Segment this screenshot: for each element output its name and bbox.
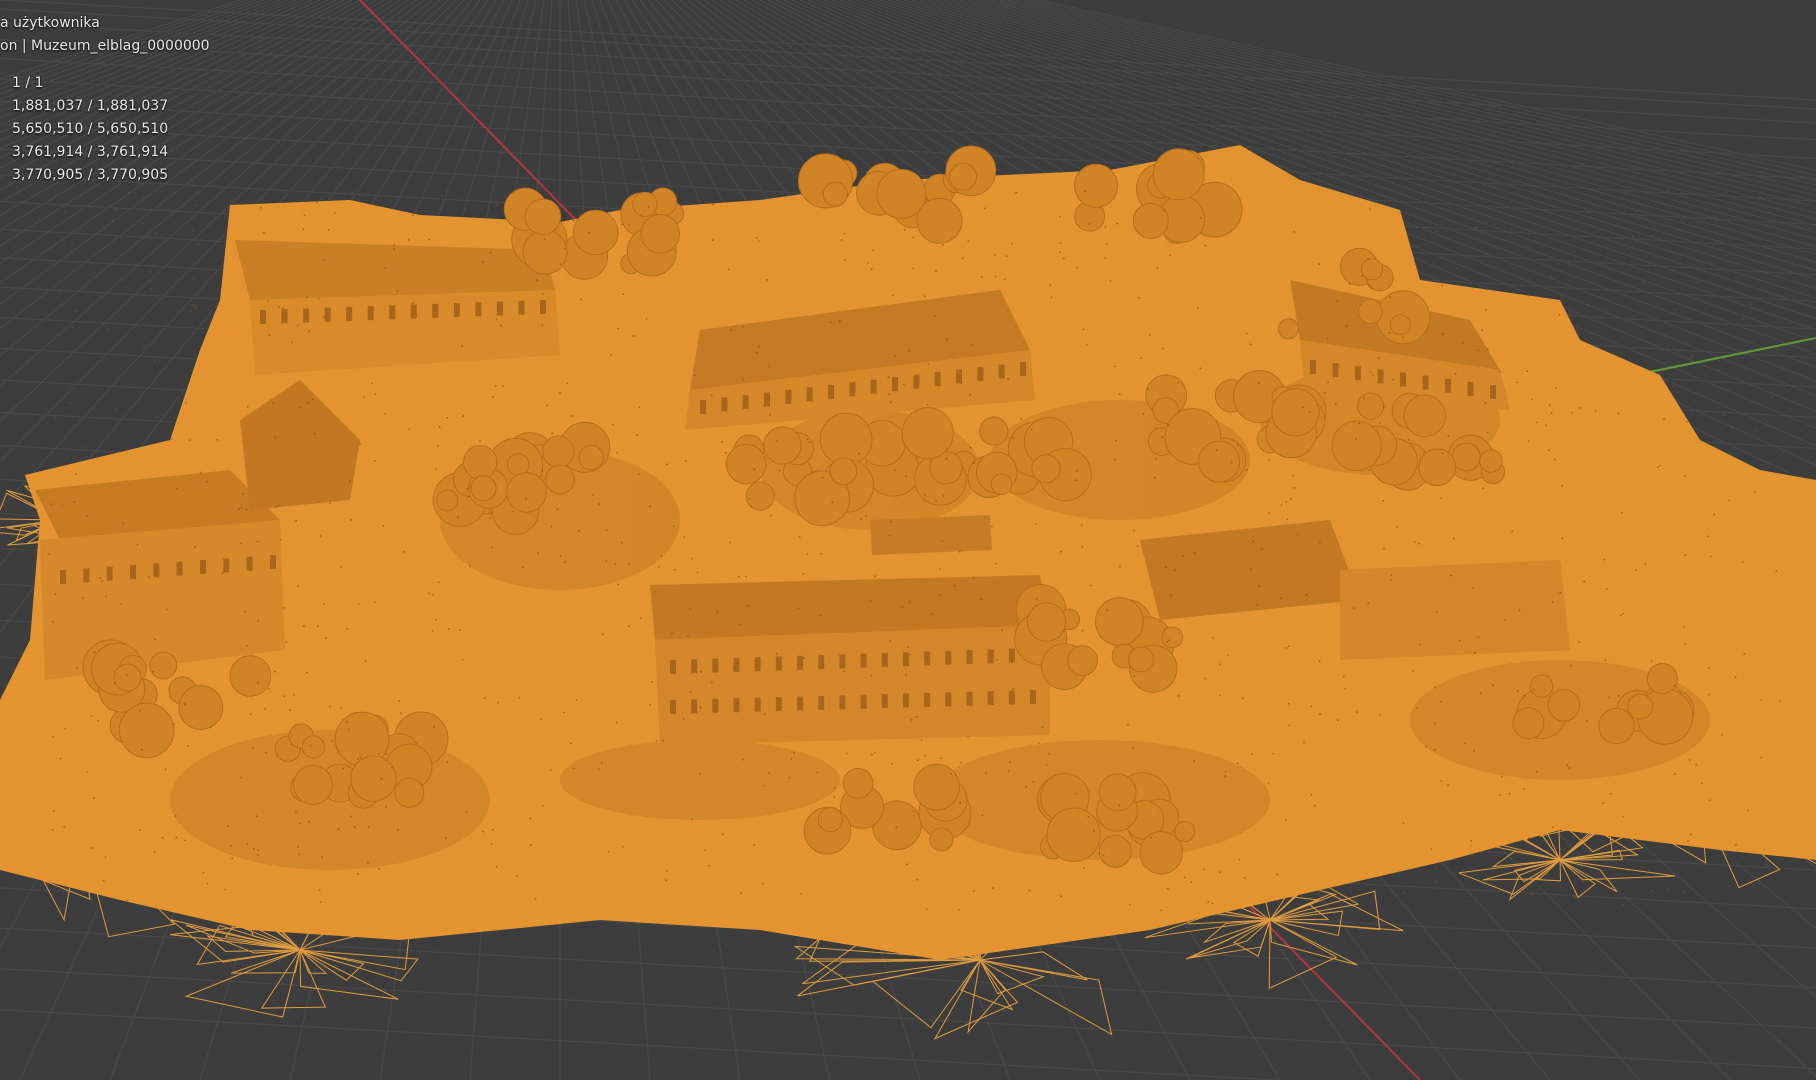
view-name-label: a użytkownika <box>0 15 100 31</box>
stat-objects: 1 / 1 <box>12 75 44 91</box>
3d-viewport[interactable]: a użytkownika on | Muzeum_elblag_0000000… <box>0 0 1816 1080</box>
scene-statistics: 1 / 1 1,881,037 / 1,881,037 5,650,510 / … <box>0 72 210 187</box>
active-object-label: on | Muzeum_elblag_0000000 <box>0 38 210 54</box>
building-west-roof <box>235 240 555 300</box>
stat-edges: 5,650,510 / 5,650,510 <box>12 121 169 137</box>
viewport-info-overlay: a użytkownika on | Muzeum_elblag_0000000… <box>0 12 210 187</box>
photogrammetry-mesh[interactable] <box>0 145 1816 1040</box>
stat-vertices: 1,881,037 / 1,881,037 <box>12 98 169 114</box>
building-center <box>870 515 992 555</box>
stat-triangles: 3,770,905 / 3,770,905 <box>12 167 169 183</box>
stat-faces: 3,761,914 / 3,761,914 <box>12 144 169 160</box>
building-southeast-wall <box>1340 560 1570 660</box>
viewport-scene[interactable] <box>0 0 1816 1080</box>
building-south-wall <box>655 625 1050 745</box>
